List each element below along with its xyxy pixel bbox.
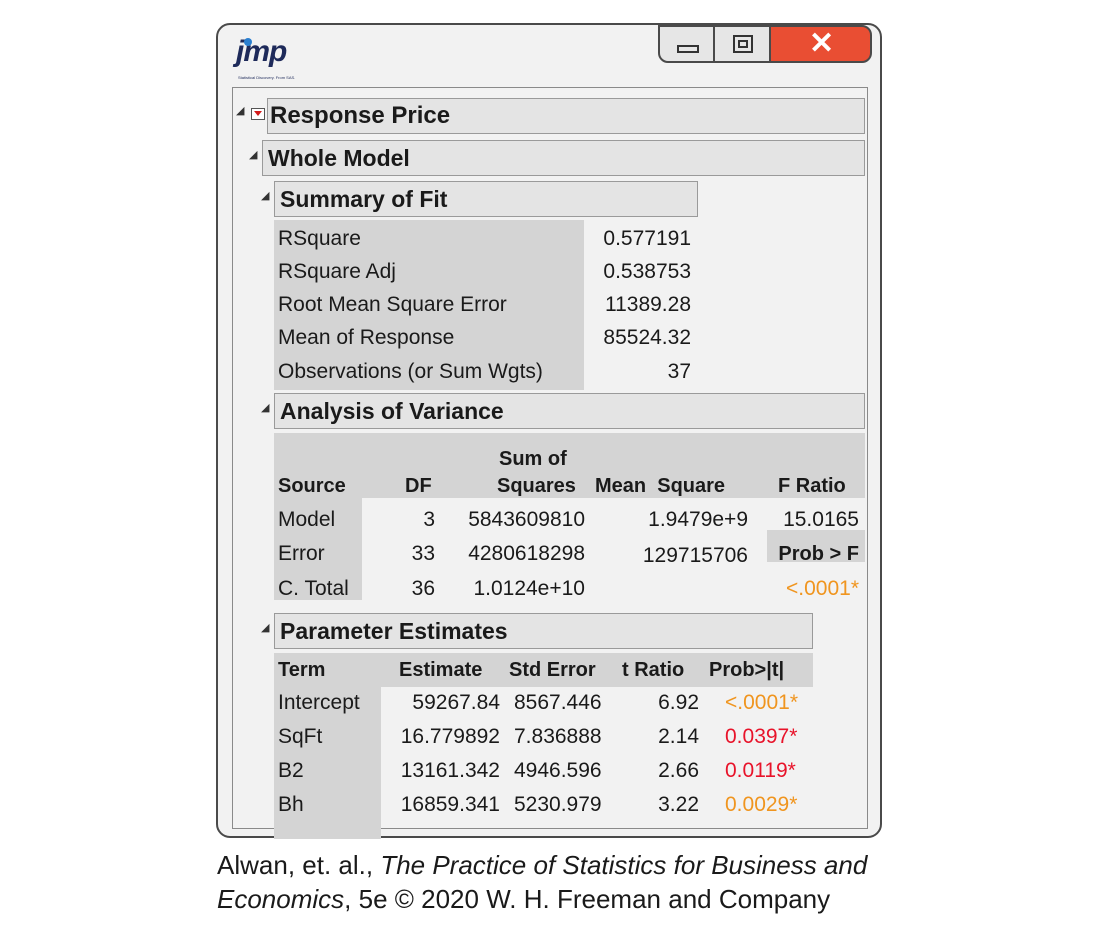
maximize-button[interactable] (713, 25, 771, 63)
anova-source: Error (278, 542, 325, 565)
pe-estimate: 16.779892 (400, 725, 500, 748)
response-price-header[interactable]: Response Price (267, 98, 865, 134)
caption-edition: , 5e © 2020 W. H. Freeman and Company (344, 884, 831, 914)
disclosure-triangle-icon[interactable]: ◢ (236, 104, 244, 117)
window-controls: ✕ (658, 25, 872, 65)
pe-t-ratio: 2.66 (658, 759, 699, 782)
report-content: ◢ Response Price ◢ Whole Model ◢ Summary… (232, 87, 868, 839)
anova-header[interactable]: Analysis of Variance (274, 393, 865, 429)
parameter-estimates-header[interactable]: Parameter Estimates (274, 613, 813, 649)
pe-term: Bh (278, 793, 304, 816)
anova-title: Analysis of Variance (280, 398, 504, 424)
caption-book-title-1: The Practice of Statistics for Business … (380, 850, 868, 880)
anova-col-ss-top: Sum of (499, 448, 567, 470)
pe-col-t-ratio: t Ratio (622, 659, 685, 681)
prob-f-label: Prob > F (778, 543, 859, 565)
caption-book-title-2: Economics (217, 884, 345, 914)
minimize-button[interactable] (658, 25, 715, 63)
anova-ms: 129715706 (642, 544, 748, 567)
logo-dot (244, 38, 252, 46)
jmp-logo: jmp Statistical Discovery. From SAS. (236, 35, 306, 85)
anova-ss: 4280618298 (468, 542, 585, 565)
summary-label: RSquare (278, 227, 361, 250)
anova-col-ms: Mean Square (595, 475, 726, 497)
anova-source: Model (278, 508, 336, 531)
anova-col-ss: Squares (497, 475, 576, 497)
pe-t-ratio: 3.22 (658, 793, 699, 816)
summary-value: 37 (667, 360, 691, 383)
pe-col-term: Term (278, 659, 326, 681)
whole-model-header[interactable]: Whole Model (262, 140, 865, 176)
pe-col-std-error: Std Error (509, 659, 596, 681)
summary-of-fit-title: Summary of Fit (280, 186, 448, 212)
red-triangle-menu-icon[interactable] (251, 108, 265, 120)
summary-of-fit-header[interactable]: Summary of Fit (274, 181, 698, 217)
pe-t-ratio: 6.92 (658, 691, 699, 714)
summary-value: 11389.28 (604, 293, 691, 316)
pe-col-estimate: Estimate (399, 659, 483, 681)
pe-std-error: 4946.596 (514, 759, 602, 782)
response-price-title: Response Price (270, 102, 451, 129)
anova-df: 36 (411, 577, 435, 600)
disclosure-triangle-icon[interactable]: ◢ (249, 148, 257, 161)
pe-term: B2 (278, 759, 304, 782)
anova-col-df: DF (405, 475, 432, 497)
pe-col-prob: Prob>|t| (709, 659, 785, 681)
jmp-window: jmp Statistical Discovery. From SAS. ✕ ◢… (216, 23, 882, 839)
figure-caption: Alwan, et. al., The Practice of Statisti… (217, 848, 867, 916)
summary-value: 0.577191 (603, 227, 691, 250)
logo-subtitle: Statistical Discovery. From SAS. (238, 75, 296, 80)
caption-authors: Alwan, et. al., (217, 850, 381, 880)
disclosure-triangle-icon[interactable]: ◢ (261, 189, 269, 202)
summary-label: Observations (or Sum Wgts) (278, 360, 543, 383)
minimize-icon (677, 45, 699, 53)
pe-prob: 0.0119* (725, 759, 796, 782)
pe-std-error: 8567.446 (514, 691, 602, 714)
anova-ss: 5843609810 (468, 508, 585, 531)
summary-label: Mean of Response (278, 326, 455, 349)
pe-estimate: 13161.342 (400, 759, 500, 782)
maximize-icon (733, 35, 753, 53)
pe-std-error: 7.836888 (514, 725, 602, 748)
pe-term: Intercept (278, 691, 360, 714)
disclosure-triangle-icon[interactable]: ◢ (261, 401, 269, 414)
summary-label: Root Mean Square Error (278, 293, 507, 316)
anova-df: 3 (423, 508, 435, 531)
pe-term: SqFt (278, 725, 323, 748)
pe-std-error: 5230.979 (514, 793, 602, 816)
pe-prob: 0.0029* (725, 793, 798, 816)
disclosure-triangle-icon[interactable]: ◢ (261, 621, 269, 634)
summary-value: 85524.32 (603, 326, 691, 349)
pe-prob: <.0001* (725, 691, 798, 714)
prob-f-value: <.0001* (786, 577, 859, 600)
pe-prob: 0.0397* (725, 725, 798, 748)
summary-label: RSquare Adj (278, 260, 396, 283)
anova-source: C. Total (278, 577, 349, 600)
anova-col-source: Source (278, 475, 346, 497)
close-icon: ✕ (809, 27, 835, 60)
parameter-estimates-title: Parameter Estimates (280, 618, 508, 644)
anova-ss: 1.0124e+10 (473, 577, 585, 600)
anova-ms: 1.9479e+9 (648, 508, 748, 531)
pe-estimate: 59267.84 (412, 691, 500, 714)
pe-estimate: 16859.341 (400, 793, 500, 816)
whole-model-title: Whole Model (268, 145, 410, 171)
summary-value: 0.538753 (603, 260, 691, 283)
anova-f-ratio: 15.0165 (783, 508, 859, 531)
close-button[interactable]: ✕ (769, 25, 872, 63)
anova-df: 33 (411, 542, 435, 565)
pe-t-ratio: 2.14 (658, 725, 699, 748)
anova-col-f: F Ratio (778, 475, 846, 497)
